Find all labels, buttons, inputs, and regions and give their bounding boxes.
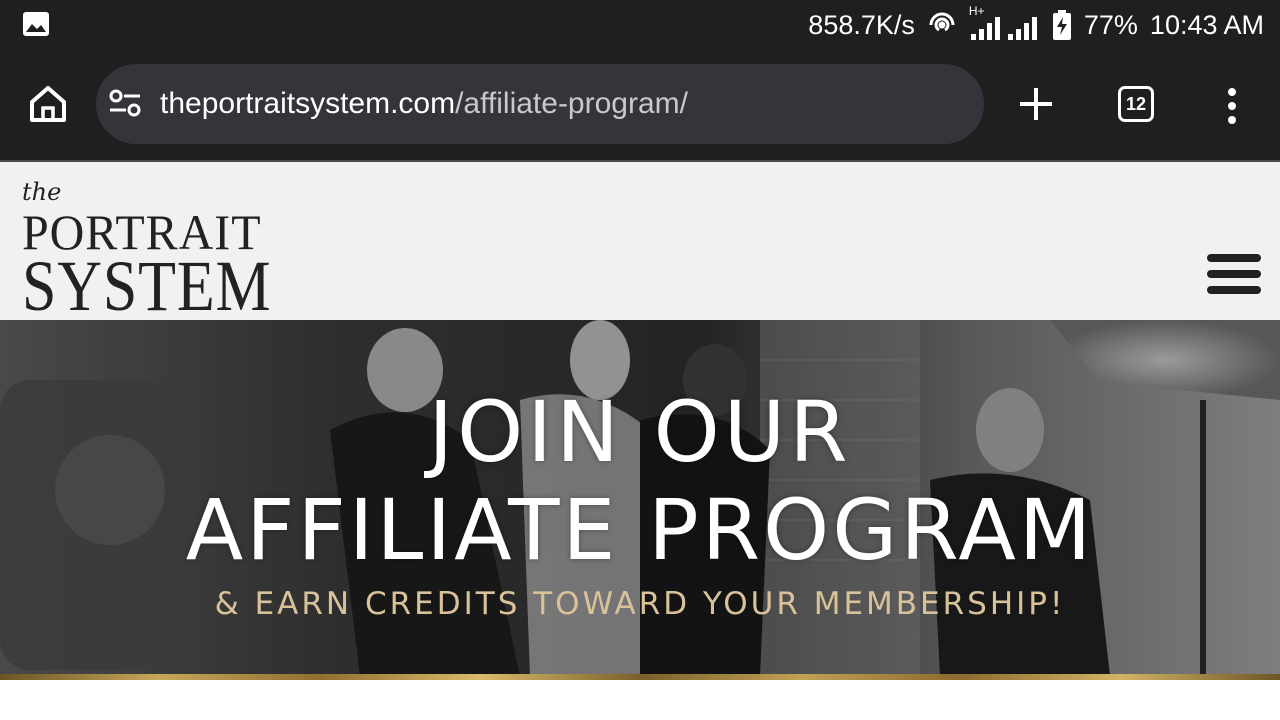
url-domain: theportraitsystem.com (160, 87, 456, 120)
url-path: /affiliate-program/ (455, 87, 688, 120)
site-info-icon[interactable] (108, 88, 142, 120)
status-indicators: 858.7K/s H+ 77% 10:43 AM (808, 0, 1264, 50)
home-icon[interactable] (26, 82, 70, 126)
battery-charging-icon (1052, 10, 1071, 40)
hotspot-icon (929, 12, 955, 32)
hero-subtitle: & EARN CREDITS TOWARD YOUR MEMBERSHIP! (214, 586, 1066, 622)
logo-system: SYSTEM (22, 246, 272, 326)
site-logo[interactable]: the PORTRAIT SYSTEM (20, 178, 300, 322)
status-bar: 858.7K/s H+ 77% 10:43 AM (0, 0, 1280, 50)
hero-title-line1: JOIN OUR (428, 383, 852, 481)
browser-toolbar: theportraitsystem.com/affiliate-program/… (0, 50, 1280, 161)
plus-icon[interactable] (1016, 84, 1056, 124)
hero-banner: JOIN OUR AFFILIATE PROGRAM & EARN CREDIT… (0, 320, 1280, 676)
page-content-start (0, 680, 1280, 720)
hero-title-line2: AFFILIATE PROGRAM (185, 481, 1095, 579)
tabs-icon[interactable]: 12 (1118, 86, 1154, 122)
logo-the: the (22, 178, 62, 206)
more-vert-icon[interactable] (1220, 86, 1244, 126)
gallery-icon (23, 12, 49, 36)
tab-count: 12 (1125, 93, 1147, 114)
site-header: the PORTRAIT SYSTEM (0, 162, 1280, 322)
network-type: H+ (968, 4, 985, 18)
address-bar[interactable]: theportraitsystem.com/affiliate-program/ (96, 64, 984, 144)
clock-time: 10:43 AM (1149, 9, 1264, 40)
url-text[interactable]: theportraitsystem.com/affiliate-program/ (160, 86, 688, 122)
hamburger-menu-icon[interactable] (1207, 250, 1261, 298)
network-speed: 858.7K/s (808, 9, 915, 40)
signal-icon: H+ (969, 4, 1040, 40)
battery-percent: 77% (1083, 9, 1138, 40)
